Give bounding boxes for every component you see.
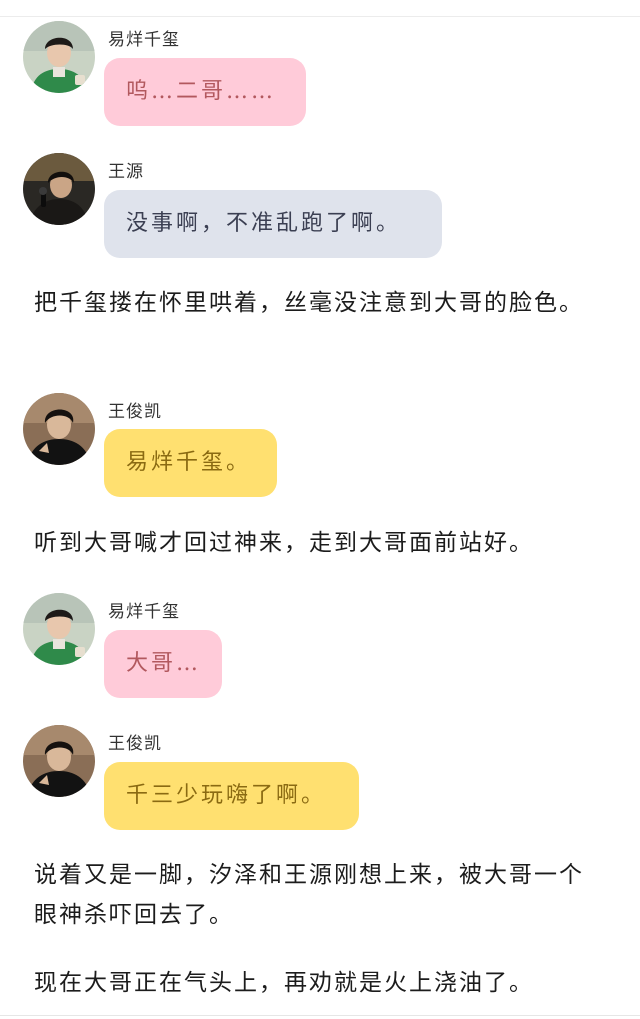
- bottom-divider: [0, 1015, 640, 1016]
- narration-text: 说着又是一脚，汐泽和王源刚想上来，被大哥一个眼神杀吓回去了。: [34, 862, 584, 928]
- avatar-green-jersey-icon: [23, 21, 95, 93]
- message-bubble: 千三少玩嗨了啊。: [104, 762, 359, 830]
- message-bubble: 易烊千玺。: [104, 429, 277, 497]
- avatar-mic-singer-icon: [23, 153, 95, 225]
- top-divider: [0, 16, 640, 17]
- message-bubble: 呜…二哥……: [104, 58, 306, 126]
- avatar[interactable]: [23, 393, 95, 465]
- sender-name: 王俊凯: [108, 402, 162, 422]
- avatar-green-jersey-icon: [23, 593, 95, 665]
- message-bubble: 大哥…: [104, 630, 222, 698]
- avatar-black-jacket-icon: [23, 393, 95, 465]
- sender-name: 王源: [108, 162, 144, 182]
- sender-name: 王俊凯: [108, 734, 162, 754]
- message-bubble: 没事啊，不准乱跑了啊。: [104, 190, 442, 258]
- avatar-black-jacket-icon: [23, 725, 95, 797]
- avatar[interactable]: [23, 21, 95, 93]
- sender-name: 易烊千玺: [108, 30, 180, 50]
- narration-text: 把千玺搂在怀里哄着，丝毫没注意到大哥的脸色。: [34, 290, 584, 316]
- sender-name: 易烊千玺: [108, 602, 180, 622]
- avatar[interactable]: [23, 725, 95, 797]
- avatar[interactable]: [23, 593, 95, 665]
- narration-text: 听到大哥喊才回过神来，走到大哥面前站好。: [34, 530, 534, 556]
- avatar[interactable]: [23, 153, 95, 225]
- narration-text: 现在大哥正在气头上，再劝就是火上浇油了。: [34, 970, 534, 996]
